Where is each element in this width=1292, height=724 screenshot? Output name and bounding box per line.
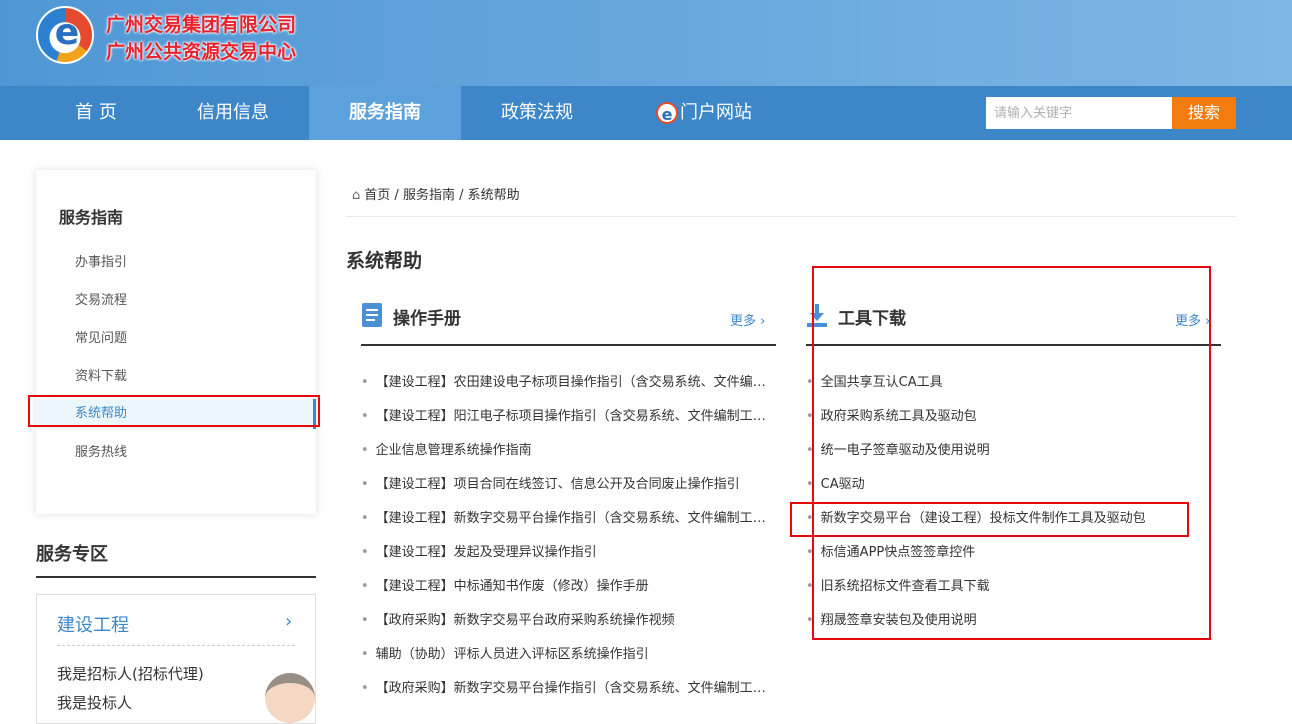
nav-home[interactable]: 首 页 — [46, 86, 146, 140]
bullet-icon: • — [361, 613, 369, 628]
bullet-icon: • — [361, 681, 369, 696]
logo-icon[interactable]: e — [36, 6, 94, 64]
manual-divider — [361, 344, 776, 346]
manual-item[interactable]: • 辅助（协助）评标人员进入评标区系统操作指引 — [361, 643, 771, 662]
bullet-icon: • — [361, 477, 369, 492]
nav-portal[interactable]: e 门户网站 — [636, 86, 772, 140]
manual-item[interactable]: • 【建设工程】阳江电子标项目操作指引（含交易系统、文件编制工具） — [361, 405, 771, 424]
manual-item[interactable]: • 【政府采购】新数字交易平台政府采购系统操作视频 — [361, 609, 771, 628]
top-banner: e 广州交易集团有限公司 广州公共资源交易中心 — [0, 0, 1292, 86]
bullet-icon: • — [361, 409, 369, 424]
highlight-box-sidebar — [28, 395, 320, 427]
logo-letter: e — [54, 12, 80, 53]
manual-item[interactable]: • 【建设工程】项目合同在线签订、信息公开及合同废止操作指引 — [361, 473, 771, 492]
bullet-icon: • — [361, 545, 369, 560]
avatar — [265, 673, 315, 723]
breadcrumb-current: 系统帮助 — [467, 188, 520, 203]
highlight-box-tools — [812, 266, 1211, 640]
manual-item[interactable]: • 【建设工程】新数字交易平台操作指引（含交易系统、文件编制工具） — [361, 507, 771, 526]
manual-more-link[interactable]: 更多 › — [730, 310, 765, 329]
sidebar-item-hotline[interactable]: 服务热线 — [36, 438, 316, 468]
nav-credit-info[interactable]: 信用信息 — [168, 86, 298, 140]
chevron-right-icon[interactable]: › — [285, 611, 292, 632]
zone-dashed-divider — [57, 645, 295, 646]
manual-title: 操作手册 — [393, 309, 461, 329]
manual-header: 操作手册 — [361, 300, 561, 336]
page-title: 系统帮助 — [346, 250, 423, 272]
company-name: 广州交易集团有限公司 — [106, 14, 297, 36]
service-zone-title: 服务专区 — [36, 544, 108, 565]
highlight-box-tool-item — [790, 502, 1189, 537]
zone-link-bidder[interactable]: 我是投标人 — [57, 692, 132, 713]
nav-service-guide[interactable]: 服务指南 — [309, 86, 461, 140]
sidebar-item-process[interactable]: 交易流程 — [36, 286, 316, 316]
manual-item[interactable]: • 【政府采购】新数字交易平台操作指引（含交易系统、文件编制工具） — [361, 677, 771, 696]
sidebar-item-guidance[interactable]: 办事指引 — [36, 248, 316, 278]
manual-item[interactable]: • 【建设工程】发起及受理异议操作指引 — [361, 541, 771, 560]
bullet-icon: • — [361, 647, 369, 662]
sidebar: 服务指南 办事指引 交易流程 常见问题 资料下载 系统帮助 服务热线 — [36, 170, 316, 514]
service-zone-divider — [36, 576, 316, 578]
nav-policy[interactable]: 政策法规 — [472, 86, 602, 140]
manual-item[interactable]: • 【建设工程】农田建设电子标项目操作指引（含交易系统、文件编制工具） — [361, 371, 771, 390]
bullet-icon: • — [361, 375, 369, 390]
breadcrumb: ⌂ 首页 / 服务指南 / 系统帮助 — [352, 184, 520, 203]
search-input[interactable] — [986, 97, 1172, 129]
breadcrumb-separator: / — [459, 188, 464, 203]
sidebar-item-downloads[interactable]: 资料下载 — [36, 362, 316, 392]
service-zone-panel: 建设工程 › 我是招标人(招标代理) 我是投标人 — [36, 594, 316, 724]
portal-e-icon: e — [656, 102, 678, 124]
bullet-icon: • — [361, 443, 369, 458]
nav-portal-label: 门户网站 — [680, 102, 752, 123]
sidebar-title: 服务指南 — [59, 208, 124, 227]
breadcrumb-service-guide[interactable]: 服务指南 — [403, 188, 455, 203]
center-name: 广州公共资源交易中心 — [106, 41, 297, 63]
breadcrumb-divider — [346, 216, 1236, 217]
home-icon[interactable]: ⌂ — [352, 188, 360, 203]
manual-item[interactable]: • 【建设工程】中标通知书作废（修改）操作手册 — [361, 575, 771, 594]
bullet-icon: • — [361, 579, 369, 594]
logo-text[interactable]: 广州交易集团有限公司 广州公共资源交易中心 — [106, 12, 296, 66]
sidebar-item-faq[interactable]: 常见问题 — [36, 324, 316, 354]
manual-item[interactable]: • 企业信息管理系统操作指南 — [361, 439, 771, 458]
construction-link[interactable]: 建设工程 — [57, 611, 129, 637]
search-button[interactable]: 搜索 — [1172, 97, 1236, 129]
document-icon — [362, 303, 382, 327]
bullet-icon: • — [361, 511, 369, 526]
breadcrumb-separator: / — [394, 188, 399, 203]
zone-link-tenderer[interactable]: 我是招标人(招标代理) — [57, 663, 204, 684]
breadcrumb-home[interactable]: 首页 — [364, 188, 390, 203]
